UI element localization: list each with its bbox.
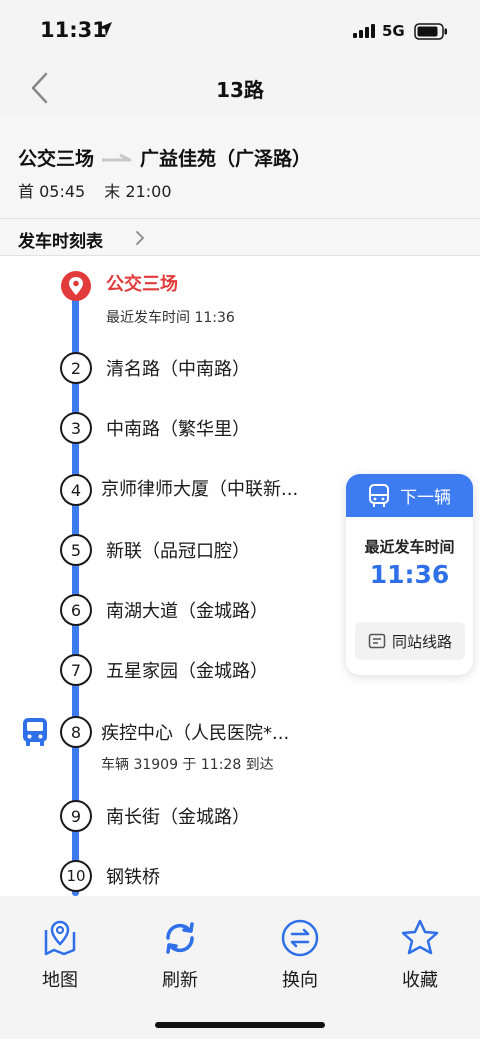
swap-direction-icon <box>281 919 319 957</box>
bus-icon <box>23 718 47 746</box>
route-origin: 公交三场 <box>18 148 95 170</box>
stop-name: 南长街（金城路） <box>106 807 250 828</box>
stop-number-badge: 2 <box>60 352 92 384</box>
stop-name: 新联（品冠口腔） <box>106 541 250 562</box>
stop-name: 钢铁桥 <box>106 867 160 888</box>
tab-label: 收藏 <box>402 970 438 991</box>
star-icon <box>401 919 439 955</box>
next-bus-card[interactable]: 下一辆 最近发车时间 11:36 同站线路 <box>346 474 473 675</box>
route-direction: 公交三场 广益佳苑（广泽路） <box>18 144 311 171</box>
map-pin-icon <box>44 920 76 956</box>
stop-name: 京师律师大厦（中联新... <box>101 479 299 500</box>
nav-bar: 13路 <box>0 62 480 116</box>
stop-name: 疾控中心（人民医院*... <box>101 723 290 744</box>
vehicle-arrival-info: 车辆 31909 于 11:28 到达 <box>101 757 274 773</box>
stop-number-badge: 4 <box>60 474 92 506</box>
tab-favorite[interactable]: 收藏 <box>360 918 480 992</box>
same-stop-lines-button[interactable]: 同站线路 <box>355 622 465 660</box>
route-arrow-icon <box>102 153 132 161</box>
stop-name: 中南路（繁华里） <box>106 419 250 440</box>
status-bar: 11:31 5G <box>0 0 480 62</box>
stop-number-badge: 7 <box>60 654 92 686</box>
same-stop-lines-label: 同站线路 <box>391 632 452 651</box>
network-type: 5G <box>382 22 405 40</box>
tab-map[interactable]: 地图 <box>0 918 120 992</box>
next-bus-header: 下一辆 <box>346 474 473 517</box>
route-header: 公交三场 广益佳苑（广泽路） 首 05:45 末 21:00 <box>0 116 480 218</box>
bus-icon <box>369 483 389 507</box>
tab-swap-direction[interactable]: 换向 <box>240 918 360 992</box>
station-board-icon <box>368 633 386 649</box>
stop-name: 五星家园（金城路） <box>106 661 268 682</box>
location-arrow-icon <box>98 22 112 36</box>
stop-name: 公交三场 <box>106 274 178 295</box>
bottom-toolbar: 地图 刷新 换向 收藏 <box>0 896 480 1039</box>
last-bus-time: 末 21:00 <box>104 182 172 201</box>
stop-departure-info: 最近发车时间 11:36 <box>106 310 235 326</box>
home-indicator[interactable] <box>155 1022 325 1028</box>
chevron-right-icon <box>136 231 145 245</box>
tab-refresh[interactable]: 刷新 <box>120 918 240 992</box>
route-times: 首 05:45 末 21:00 <box>18 178 186 202</box>
stop-number-badge: 8 <box>60 716 92 748</box>
stop-number-badge: 9 <box>60 800 92 832</box>
stop-name: 清名路（中南路） <box>106 359 250 380</box>
tab-label: 刷新 <box>162 970 198 991</box>
tab-label: 换向 <box>282 970 318 991</box>
tab-label: 地图 <box>42 970 78 991</box>
route-destination: 广益佳苑（广泽路） <box>140 148 312 170</box>
start-pin-icon <box>61 271 91 301</box>
stop-number-badge: 5 <box>60 534 92 566</box>
timetable-link[interactable]: 发车时刻表 <box>0 219 480 255</box>
timetable-label: 发车时刻表 <box>18 232 103 252</box>
stop-number-badge: 3 <box>60 412 92 444</box>
signal-icon <box>353 24 375 38</box>
battery-icon <box>414 23 447 40</box>
first-bus-time: 首 05:45 <box>18 182 86 201</box>
next-bus-title: 下一辆 <box>400 488 451 508</box>
page-title: 13路 <box>216 78 264 102</box>
next-departure-label: 最近发车时间 <box>364 538 455 556</box>
stop-name: 南湖大道（金城路） <box>106 601 268 622</box>
refresh-icon <box>166 922 194 954</box>
next-departure-time: 11:36 <box>369 560 450 589</box>
stop-number-badge: 10 <box>60 860 92 892</box>
stop-number-badge: 6 <box>60 594 92 626</box>
